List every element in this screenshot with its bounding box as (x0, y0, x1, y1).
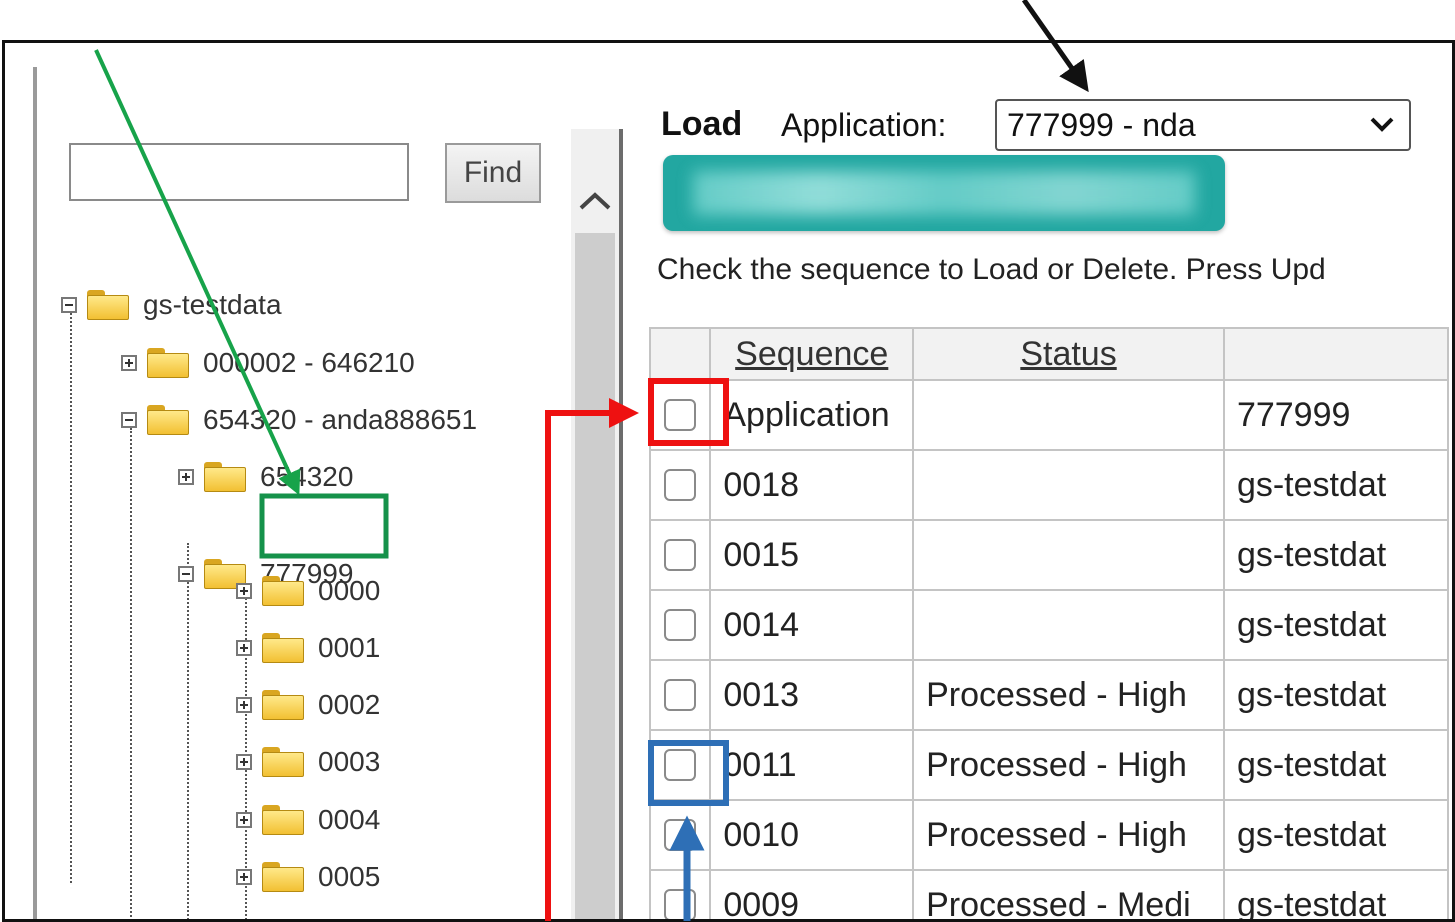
annotation-overlay (0, 0, 1455, 921)
red-highlight-box (651, 381, 726, 443)
blue-highlight-box (651, 743, 726, 803)
black-arrow (1024, 0, 1083, 84)
red-arrow (548, 413, 630, 921)
green-arrow (96, 50, 296, 488)
green-highlight-box (262, 496, 386, 556)
